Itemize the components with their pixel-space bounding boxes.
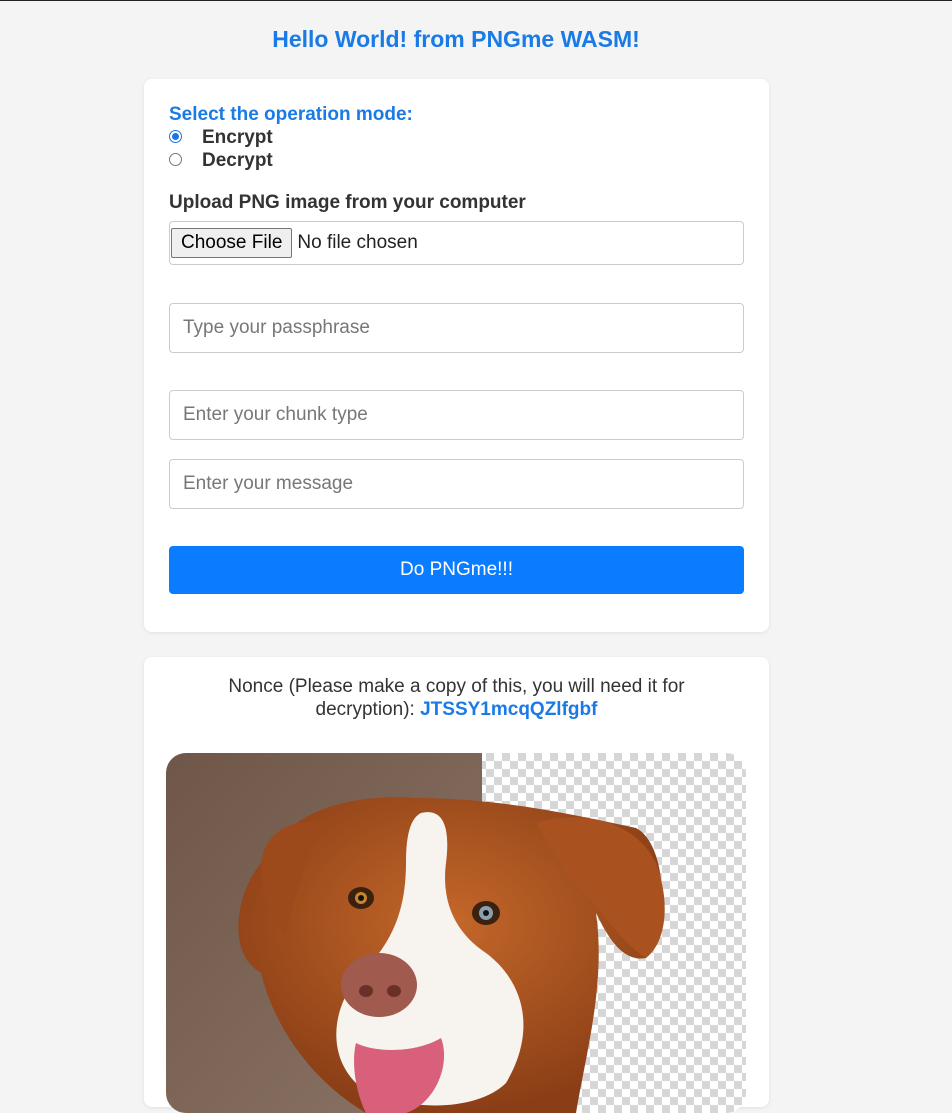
do-pngme-button[interactable]: Do PNGme!!! — [169, 546, 744, 594]
decrypt-label: Decrypt — [202, 150, 273, 171]
result-card: Nonce (Please make a copy of this, you w… — [144, 657, 769, 1113]
chunk-type-input[interactable] — [169, 390, 744, 440]
dog-image — [166, 753, 746, 1113]
decrypt-option[interactable]: Decrypt — [169, 150, 273, 172]
page-title: Hello World! from PNGme WASM! — [272, 26, 640, 52]
encrypt-label: Encrypt — [202, 127, 273, 148]
result-image — [166, 753, 746, 1113]
passphrase-input[interactable] — [169, 303, 744, 353]
file-status: No file chosen — [297, 232, 418, 253]
nonce-value: JTSSY1mcqQZlfgbf — [420, 699, 598, 720]
operation-mode-label: Select the operation mode: — [169, 104, 413, 125]
file-input[interactable]: Choose File No file chosen — [169, 221, 744, 265]
encrypt-option[interactable]: Encrypt — [169, 127, 273, 149]
nonce-text: Nonce (Please make a copy of this, you w… — [204, 675, 709, 721]
operation-form-card: Select the operation mode: Encrypt Decry… — [144, 79, 769, 632]
choose-file-button[interactable]: Choose File — [171, 228, 293, 258]
upload-label: Upload PNG image from your computer — [169, 192, 526, 213]
decrypt-radio[interactable] — [169, 152, 182, 166]
message-input[interactable] — [169, 459, 744, 509]
encrypt-radio[interactable] — [169, 129, 182, 143]
